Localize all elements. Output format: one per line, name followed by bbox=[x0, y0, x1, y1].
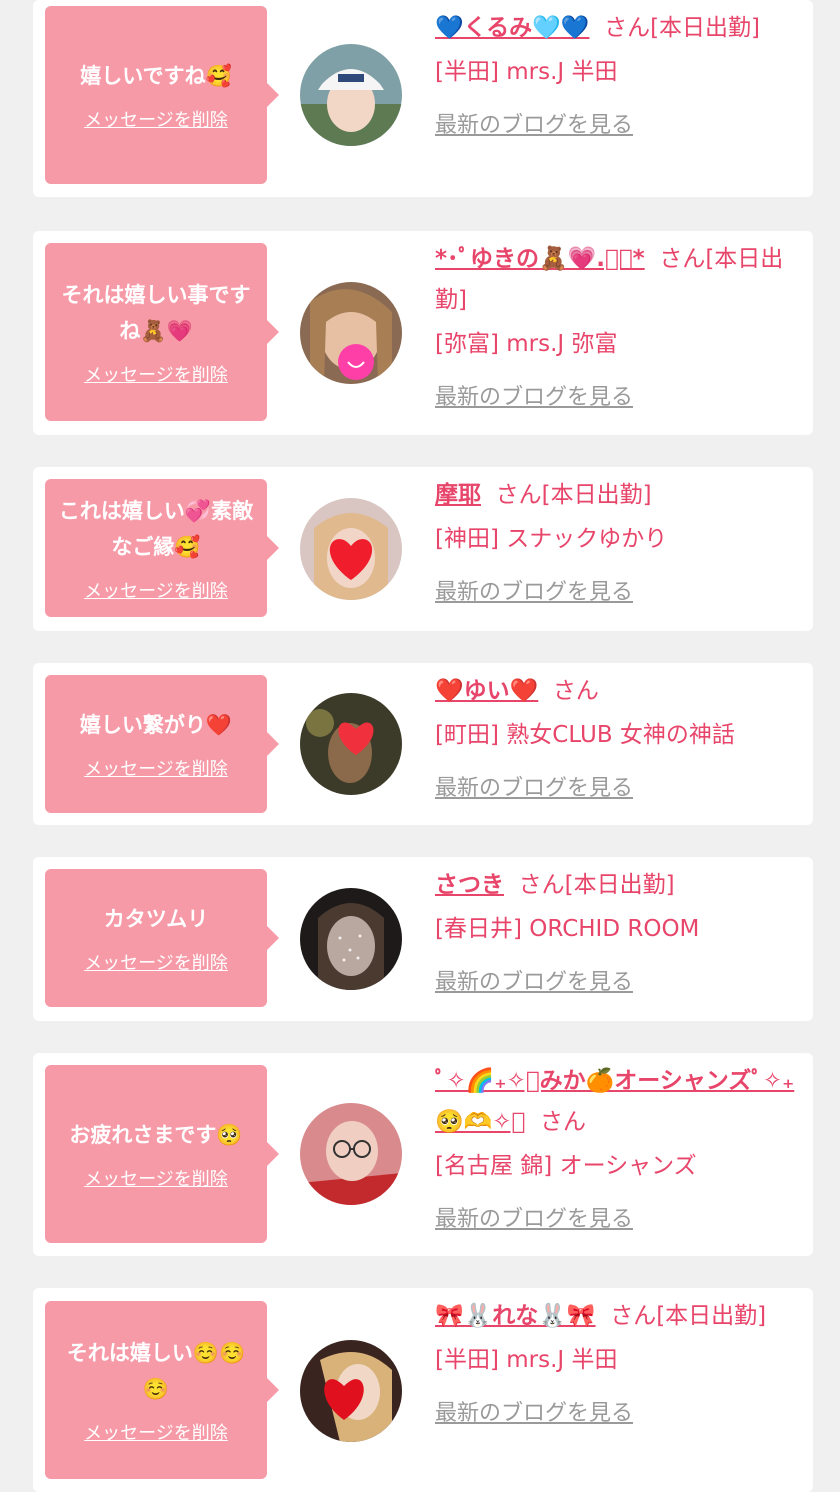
message-text: これは嬉しい💞素敵なご縁🥰 bbox=[58, 499, 254, 559]
shop-name: [町田] 熟女CLUB 女神の神話 bbox=[435, 722, 735, 748]
message-card: 嬉しいですね🥰 メッセージを削除 💙くるみ🩵💙 さん[本日出勤] [半田] mr… bbox=[33, 0, 813, 197]
delete-message-link[interactable]: メッセージを削除 bbox=[84, 106, 228, 132]
shop-name: [名古屋 錦] オーシャンズ bbox=[435, 1153, 697, 1179]
girl-name-link[interactable]: 💙くるみ🩵💙 bbox=[435, 15, 589, 41]
view-blog-link[interactable]: 最新のブログを見る bbox=[435, 377, 795, 418]
girl-name-link[interactable]: さつき bbox=[435, 872, 504, 898]
avatar[interactable] bbox=[300, 693, 402, 795]
shop-name: [半田] mrs.J 半田 bbox=[435, 1347, 618, 1373]
shop-name: [春日井] ORCHID ROOM bbox=[435, 916, 700, 942]
message-card: これは嬉しい💞素敵なご縁🥰 メッセージを削除 摩耶 さん[本日出勤] [神田] … bbox=[33, 467, 813, 631]
message-bubble: それは嬉しい☺️☺️☺️ メッセージを削除 bbox=[45, 1301, 279, 1479]
message-bubble: お疲れさまです🥺 メッセージを削除 bbox=[45, 1065, 279, 1243]
message-text: 嬉しい繋がり❤️ bbox=[79, 713, 233, 737]
girl-info: ❤️ゆい❤️ さん [町田] 熟女CLUB 女神の神話 最新のブログを見る bbox=[435, 671, 795, 809]
view-blog-link[interactable]: 最新のブログを見る bbox=[435, 962, 795, 1003]
girl-info: 🎀🐰れな🐰🎀 さん[本日出勤] [半田] mrs.J 半田 最新のブログを見る bbox=[435, 1296, 795, 1434]
message-card: お疲れさまです🥺 メッセージを削除 ﾟ✧🌈₊✧ﾟみか🍊オーシャンズﾟ✧₊🥺🫶✧ﾟ… bbox=[33, 1053, 813, 1256]
girl-info: 摩耶 さん[本日出勤] [神田] スナックゆかり 最新のブログを見る bbox=[435, 475, 795, 613]
shop-name: [弥富] mrs.J 弥富 bbox=[435, 331, 618, 357]
avatar[interactable] bbox=[300, 888, 402, 990]
girl-name-link[interactable]: 摩耶 bbox=[435, 482, 481, 508]
message-bubble: 嬉しいですね🥰 メッセージを削除 bbox=[45, 6, 279, 184]
message-card: それは嬉しい☺️☺️☺️ メッセージを削除 🎀🐰れな🐰🎀 さん[本日出勤] [半… bbox=[33, 1288, 813, 1492]
avatar[interactable] bbox=[300, 44, 402, 146]
status-text: さん[本日出勤] bbox=[610, 1303, 767, 1329]
status-text: さん bbox=[539, 1109, 586, 1135]
shop-name: [神田] スナックゆかり bbox=[435, 526, 668, 552]
avatar[interactable] bbox=[300, 1103, 402, 1205]
delete-message-link[interactable]: メッセージを削除 bbox=[84, 755, 228, 781]
avatar[interactable] bbox=[300, 1340, 402, 1442]
view-blog-link[interactable]: 最新のブログを見る bbox=[435, 572, 795, 613]
message-text: カタツムリ bbox=[103, 907, 209, 931]
view-blog-link[interactable]: 最新のブログを見る bbox=[435, 105, 795, 146]
delete-message-link[interactable]: メッセージを削除 bbox=[84, 1419, 228, 1445]
girl-info: *･ﾟゆきの🧸💗.ﾟ･* さん[本日出勤] [弥富] mrs.J 弥富 最新のブ… bbox=[435, 239, 795, 418]
girl-name-link[interactable]: ﾟ✧🌈₊✧ﾟみか🍊オーシャンズﾟ✧₊🥺🫶✧ﾟ bbox=[435, 1068, 794, 1135]
status-text: さん[本日出勤] bbox=[495, 482, 652, 508]
message-card: それは嬉しい事ですね🧸💗 メッセージを削除 *･ﾟゆきの🧸💗.ﾟ･* さん[本日… bbox=[33, 231, 813, 435]
message-bubble: それは嬉しい事ですね🧸💗 メッセージを削除 bbox=[45, 243, 279, 421]
status-text: さん[本日出勤] bbox=[518, 872, 675, 898]
avatar[interactable] bbox=[300, 498, 402, 600]
shop-name: [半田] mrs.J 半田 bbox=[435, 59, 618, 85]
girl-info: ﾟ✧🌈₊✧ﾟみか🍊オーシャンズﾟ✧₊🥺🫶✧ﾟ さん [名古屋 錦] オーシャンズ… bbox=[435, 1061, 795, 1240]
message-text: それは嬉しい☺️☺️☺️ bbox=[66, 1341, 246, 1401]
message-text: それは嬉しい事ですね🧸💗 bbox=[61, 283, 251, 343]
delete-message-link[interactable]: メッセージを削除 bbox=[84, 361, 228, 387]
message-card: カタツムリ メッセージを削除 さつき さん[本日出勤] [春日井] ORCHID… bbox=[33, 857, 813, 1021]
avatar[interactable] bbox=[300, 282, 402, 384]
message-bubble: カタツムリ メッセージを削除 bbox=[45, 869, 279, 1007]
girl-name-link[interactable]: *･ﾟゆきの🧸💗.ﾟ･* bbox=[435, 246, 645, 272]
delete-message-link[interactable]: メッセージを削除 bbox=[84, 577, 228, 603]
message-text: お疲れさまです🥺 bbox=[69, 1123, 243, 1147]
girl-name-link[interactable]: 🎀🐰れな🐰🎀 bbox=[435, 1303, 596, 1329]
delete-message-link[interactable]: メッセージを削除 bbox=[84, 949, 228, 975]
delete-message-link[interactable]: メッセージを削除 bbox=[84, 1165, 228, 1191]
status-text: さん bbox=[552, 678, 599, 704]
message-bubble: 嬉しい繋がり❤️ メッセージを削除 bbox=[45, 675, 279, 813]
girl-name-link[interactable]: ❤️ゆい❤️ bbox=[435, 678, 538, 704]
message-bubble: これは嬉しい💞素敵なご縁🥰 メッセージを削除 bbox=[45, 479, 279, 617]
girl-info: 💙くるみ🩵💙 さん[本日出勤] [半田] mrs.J 半田 最新のブログを見る bbox=[435, 8, 795, 146]
status-text: さん[本日出勤] bbox=[604, 15, 761, 41]
message-card: 嬉しい繋がり❤️ メッセージを削除 ❤️ゆい❤️ さん [町田] 熟女CLUB … bbox=[33, 663, 813, 825]
view-blog-link[interactable]: 最新のブログを見る bbox=[435, 1393, 795, 1434]
message-text: 嬉しいですね🥰 bbox=[80, 64, 232, 88]
view-blog-link[interactable]: 最新のブログを見る bbox=[435, 768, 795, 809]
girl-info: さつき さん[本日出勤] [春日井] ORCHID ROOM 最新のブログを見る bbox=[435, 865, 795, 1003]
view-blog-link[interactable]: 最新のブログを見る bbox=[435, 1199, 795, 1240]
